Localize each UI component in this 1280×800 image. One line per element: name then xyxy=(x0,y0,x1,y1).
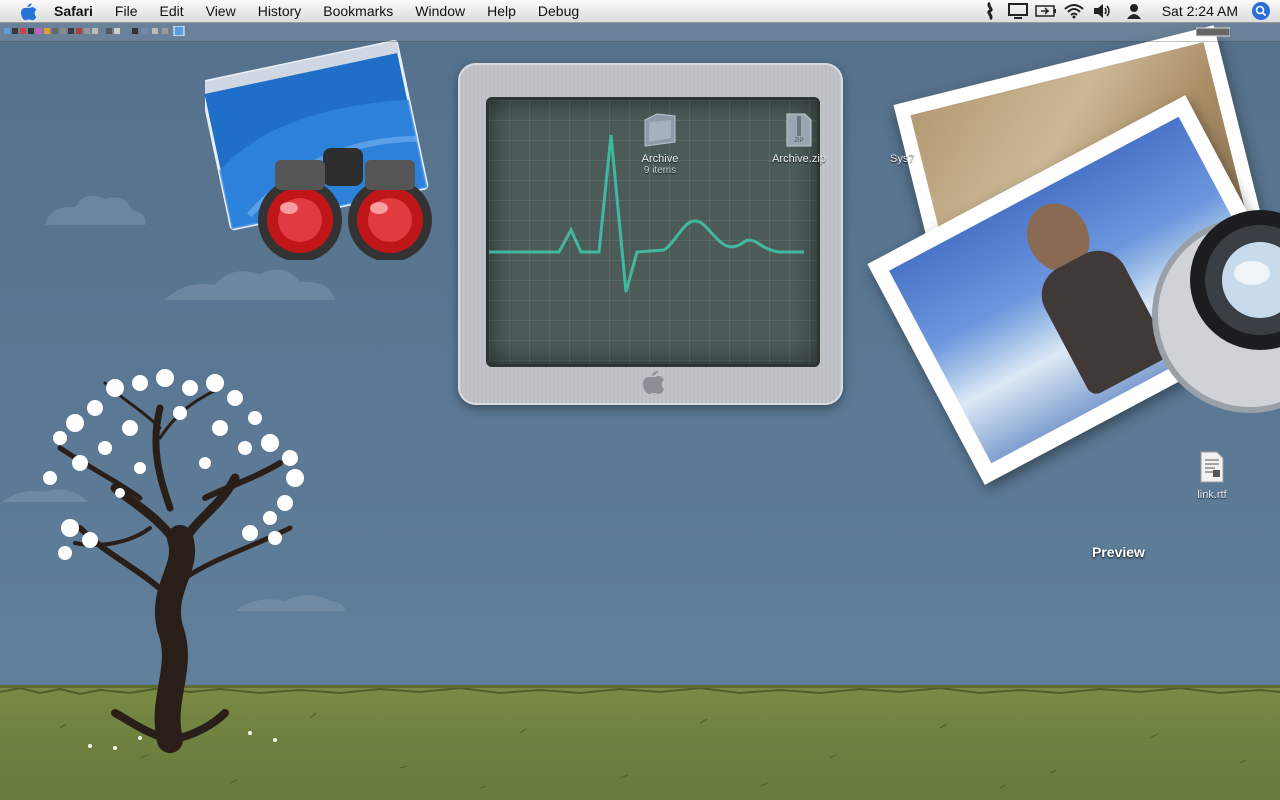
script-menu-icon[interactable] xyxy=(976,0,1004,22)
volume-icon[interactable] xyxy=(1088,0,1116,22)
desktop-icon-label: link.rtf xyxy=(1197,489,1227,501)
desktop-icon-sublabel: 9 items xyxy=(643,165,677,176)
menu-app-safari[interactable]: Safari xyxy=(54,0,104,22)
menu-extras: Sat 2:24 AM xyxy=(976,0,1280,22)
rtf-file-icon xyxy=(1200,451,1224,483)
preview-app-label: Preview xyxy=(1092,544,1145,560)
desktop-icon-label: Archive xyxy=(641,153,679,165)
zip-file-icon: ZIP xyxy=(786,113,812,147)
menu-debug[interactable]: Debug xyxy=(527,0,590,22)
menu-edit[interactable]: Edit xyxy=(148,0,194,22)
desktop-icon-label: Archive.zip xyxy=(772,153,826,165)
apple-logo-icon xyxy=(643,371,664,394)
menu-window[interactable]: Window xyxy=(404,0,476,22)
desktop-icon-sys7[interactable]: Sys7 xyxy=(890,153,920,165)
desktop-icon-archive-folder[interactable]: Archive 9 items xyxy=(632,112,688,176)
wifi-icon[interactable] xyxy=(1060,0,1088,22)
mini-icons-icon xyxy=(4,26,185,36)
user-icon[interactable] xyxy=(1116,0,1152,22)
battery-icon[interactable] xyxy=(1032,0,1060,22)
menu-history[interactable]: History xyxy=(247,0,313,22)
desktop-icon-archive-zip[interactable]: ZIP Archive.zip xyxy=(766,112,832,165)
desktop-icon-label: Sys7 xyxy=(890,153,915,165)
preview-loupe-icon xyxy=(1152,210,1280,413)
menu-bar: Safari File Edit View History Bookmarks … xyxy=(0,0,1280,23)
apple-menu-icon[interactable] xyxy=(18,0,40,22)
cloud-shape xyxy=(45,195,146,225)
menu-file[interactable]: File xyxy=(104,0,149,22)
menu-clock[interactable]: Sat 2:24 AM xyxy=(1152,3,1250,19)
folder-icon xyxy=(644,113,676,147)
toolbar-strip xyxy=(0,23,1280,42)
mini-window-icon xyxy=(1196,27,1230,37)
tree-illustration xyxy=(43,369,304,753)
spotlight-icon[interactable] xyxy=(1250,0,1272,22)
menu-bookmarks[interactable]: Bookmarks xyxy=(312,0,404,22)
svg-text:ZIP: ZIP xyxy=(794,138,803,144)
automator-app[interactable] xyxy=(199,30,435,262)
menu-view[interactable]: View xyxy=(195,0,247,22)
desktop[interactable]: Archive 9 items ZIP Archive.zip Sys7 lin… xyxy=(0,0,1280,800)
desktop-icon-link-rtf[interactable]: link.rtf xyxy=(1186,450,1238,501)
display-mirror-icon[interactable] xyxy=(1004,0,1032,22)
automator-icon xyxy=(199,40,432,262)
menu-help[interactable]: Help xyxy=(476,0,527,22)
